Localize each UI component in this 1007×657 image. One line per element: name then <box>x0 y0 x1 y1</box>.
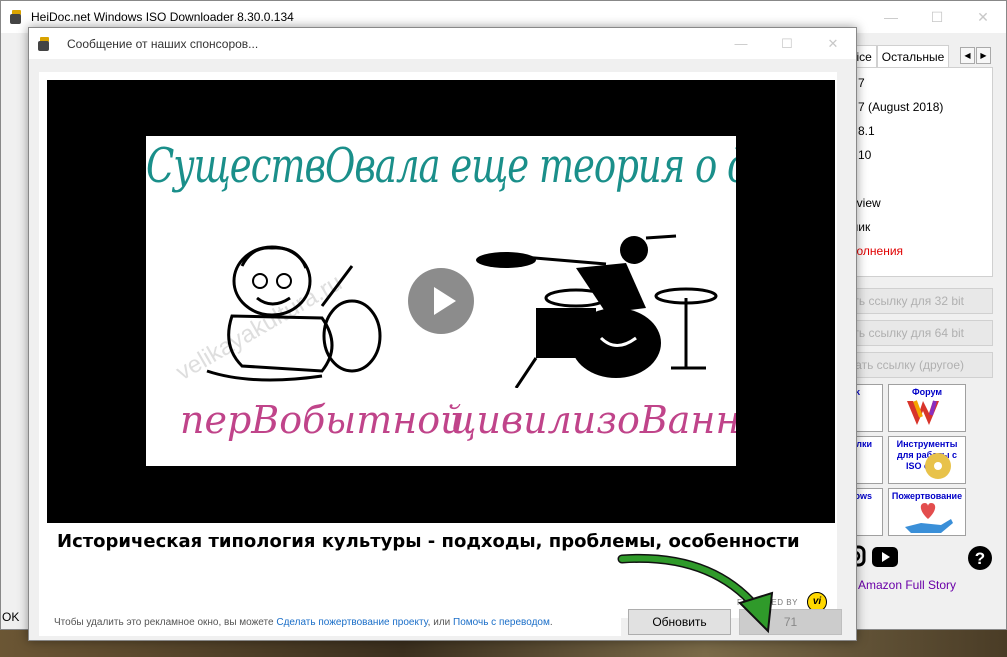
ad-frame: СуществОвала еще теория о двух типах кул… <box>39 72 837 618</box>
app-icon <box>9 10 23 24</box>
list-item[interactable]: 10 <box>858 148 871 162</box>
tab-scroll-left-icon[interactable]: ◀ <box>960 47 975 64</box>
tile-donate[interactable]: Пожертвование <box>888 488 966 536</box>
list-item[interactable]: 7 <box>858 76 865 90</box>
close-button[interactable]: ✕ <box>960 1 1006 33</box>
dialog-title: Сообщение от наших спонсоров... <box>67 36 259 51</box>
tile-forum[interactable]: Форум <box>888 384 966 432</box>
forum-logo-icon <box>907 400 939 425</box>
tab-scroll-right-icon[interactable]: ▶ <box>976 47 991 64</box>
list-item[interactable]: 7 (August 2018) <box>858 100 943 114</box>
copy-link-32bit-button[interactable]: ать ссылку для 32 bit <box>845 288 993 314</box>
video-player[interactable]: СуществОвала еще теория о двух типах кул… <box>47 80 835 523</box>
minimize-button[interactable]: — <box>868 1 914 33</box>
amazon-link[interactable]: Amazon Full Story <box>858 578 956 592</box>
copy-link-other-button[interactable]: ать ссылку (другое) <box>845 352 993 378</box>
version-list[interactable]: 7 7 (August 2018) 8.1 10 eview чик полне… <box>845 67 993 277</box>
tab-other[interactable]: Остальные <box>876 45 950 67</box>
dialog-minimize-button[interactable]: — <box>718 28 764 59</box>
tile-iso-tools[interactable]: Инструменты для работы с ISO обр... <box>888 436 966 484</box>
ok-label[interactable]: OK <box>2 610 19 624</box>
donate-heart-hand-icon <box>905 503 953 533</box>
dialog-title-bar: Сообщение от наших спонсоров... — ☐ ✕ <box>29 28 856 59</box>
list-item[interactable]: 8.1 <box>858 124 875 138</box>
green-arrow-icon <box>617 553 774 634</box>
dialog-maximize-button[interactable]: ☐ <box>764 28 810 59</box>
dialog-close-button[interactable]: ✕ <box>810 28 856 59</box>
main-window-title: HeiDoc.net Windows ISO Downloader 8.30.0… <box>31 10 294 24</box>
slide-word-right: цивилизоВанной <box>450 398 736 442</box>
cd-icon <box>925 453 951 479</box>
maximize-button[interactable]: ☐ <box>914 1 960 33</box>
remove-ad-note: Чтобы удалить это рекламное окно, вы мож… <box>39 609 621 636</box>
svg-text:?: ? <box>975 549 985 568</box>
list-item[interactable]: полнения <box>850 244 903 258</box>
youtube-icon[interactable] <box>872 545 898 572</box>
slide-heading: СуществОвала еще теория о двух типах кул… <box>146 138 736 194</box>
tab-strip: ffice Остальные <box>845 45 950 67</box>
play-icon[interactable] <box>408 268 474 334</box>
drummer-silhouette <box>476 234 718 388</box>
dialog-app-icon <box>37 36 51 51</box>
note-prefix: Чтобы удалить это рекламное окно, вы мож… <box>54 617 277 628</box>
tab-scroll-arrows: ◀ ▶ <box>960 47 991 64</box>
help-icon[interactable]: ? <box>967 545 993 574</box>
caveman-drummer-drawing <box>206 245 382 382</box>
slide-word-left: перВобытной <box>180 398 465 442</box>
note-middle: , или <box>427 617 454 628</box>
copy-link-64bit-button[interactable]: ать ссылку для 64 bit <box>845 320 993 346</box>
note-suffix: . <box>549 617 553 628</box>
donate-link[interactable]: Сделать пожертвование проекту <box>276 617 427 628</box>
translate-link[interactable]: Помочь с переводом <box>453 617 550 628</box>
